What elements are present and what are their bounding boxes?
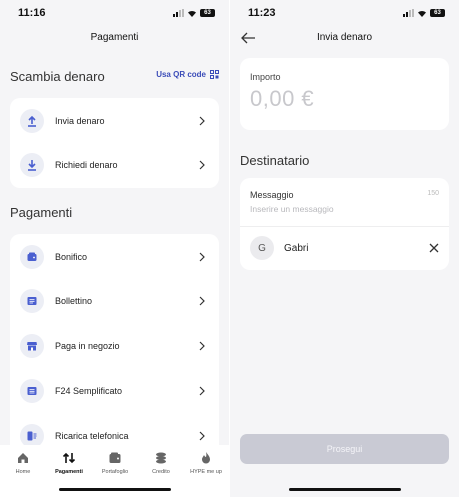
qr-label: Usa QR code: [156, 70, 206, 79]
status-icons: 63: [403, 9, 445, 17]
close-icon[interactable]: [429, 243, 439, 253]
avatar: G: [250, 236, 274, 260]
tab-home-label: Home: [15, 469, 31, 475]
tab-credit[interactable]: Credito: [138, 451, 184, 475]
contact-name: Gabri: [284, 242, 309, 254]
tab-home[interactable]: Home: [0, 451, 46, 475]
battery-icon: 63: [200, 9, 215, 17]
upload-icon: [20, 109, 44, 133]
divider: [240, 226, 449, 227]
tab-wallet-label: Portafoglio: [101, 469, 129, 475]
transfer-arrows-icon: [62, 452, 76, 464]
send-money-label: Invia denaro: [55, 116, 105, 126]
f24-item[interactable]: F24 Semplificato: [10, 369, 219, 413]
proceed-button[interactable]: Prosegui: [240, 434, 449, 464]
tab-bar: Home Pagamenti Portafoglio Credito HYPE …: [0, 445, 229, 497]
download-icon: [20, 153, 44, 177]
payments-heading: Pagamenti: [10, 205, 73, 220]
exchange-heading: Scambia denaro: [10, 69, 105, 84]
wifi-icon: [418, 10, 426, 17]
amount-field[interactable]: Importo 0,00 €: [240, 58, 449, 130]
bank-transfer-item[interactable]: Bonifico: [10, 235, 219, 279]
chevron-right-icon: [199, 341, 205, 351]
chevron-right-icon: [199, 116, 205, 126]
recipient-card: Messaggio 150 Inserire un messaggio G Ga…: [240, 178, 449, 270]
request-money-label: Richiedi denaro: [55, 160, 118, 170]
chevron-right-icon: [199, 160, 205, 170]
selected-contact: G Gabri: [250, 236, 439, 260]
use-qr-code-link[interactable]: Usa QR code: [156, 70, 219, 79]
flame-icon: [202, 452, 210, 464]
form-icon: [20, 379, 44, 403]
status-time: 11:23: [248, 7, 276, 19]
recipient-heading: Destinatario: [240, 153, 310, 168]
send-money-item[interactable]: Invia denaro: [10, 99, 219, 143]
status-icons: 63: [173, 9, 215, 17]
tab-hype-me-up[interactable]: HYPE me up: [183, 451, 229, 475]
phone-topup-label: Ricarica telefonica: [55, 431, 129, 441]
store-icon: [20, 334, 44, 358]
chevron-right-icon: [199, 252, 205, 262]
page-title: Invia denaro: [316, 32, 373, 43]
status-bar: 11:23 63: [230, 0, 459, 26]
wallet-icon: [109, 452, 121, 463]
amount-value: 0,00 €: [250, 86, 315, 111]
exchange-card: Invia denaro Richiedi denaro: [10, 98, 219, 188]
home-indicator: [288, 488, 401, 491]
payments-card: Bonifico Bollettino Paga in negozio F24 …: [10, 234, 219, 464]
coins-icon: [156, 452, 166, 464]
postal-slip-label: Bollettino: [55, 296, 93, 306]
message-label: Messaggio: [250, 190, 294, 200]
battery-icon: 63: [430, 9, 445, 17]
f24-label: F24 Semplificato: [55, 386, 123, 396]
pay-in-store-label: Paga in negozio: [55, 341, 120, 351]
tab-hype-label: HYPE me up: [190, 469, 222, 475]
amount-label: Importo: [250, 72, 281, 82]
signal-icon: [403, 9, 414, 17]
chevron-right-icon: [199, 296, 205, 306]
message-input[interactable]: Inserire un messaggio: [250, 204, 334, 214]
message-char-counter: 150: [427, 190, 439, 197]
payments-screen: 11:16 63 Pagamenti Scambia denaro Usa QR…: [0, 0, 229, 497]
bank-transfer-label: Bonifico: [55, 252, 88, 262]
tab-wallet[interactable]: Portafoglio: [92, 451, 138, 475]
status-time: 11:16: [18, 7, 46, 19]
document-icon: [20, 289, 44, 313]
tab-credit-label: Credito: [152, 469, 170, 475]
home-icon: [18, 453, 28, 463]
qr-code-icon: [210, 70, 219, 79]
request-money-item[interactable]: Richiedi denaro: [10, 143, 219, 187]
tab-payments-label: Pagamenti: [55, 469, 83, 475]
home-indicator: [58, 488, 171, 491]
send-money-screen: 11:23 63 Invia denaro Importo 0,00 € Des…: [230, 0, 459, 497]
tab-payments[interactable]: Pagamenti: [46, 451, 92, 475]
wifi-icon: [188, 10, 196, 17]
status-bar: 11:16 63: [0, 0, 229, 26]
chevron-right-icon: [199, 431, 205, 441]
wallet-icon: [20, 245, 44, 269]
chevron-right-icon: [199, 386, 205, 396]
pay-in-store-item[interactable]: Paga in negozio: [10, 324, 219, 368]
signal-icon: [173, 9, 184, 17]
postal-slip-item[interactable]: Bollettino: [10, 279, 219, 323]
page-title: Pagamenti: [90, 32, 139, 43]
